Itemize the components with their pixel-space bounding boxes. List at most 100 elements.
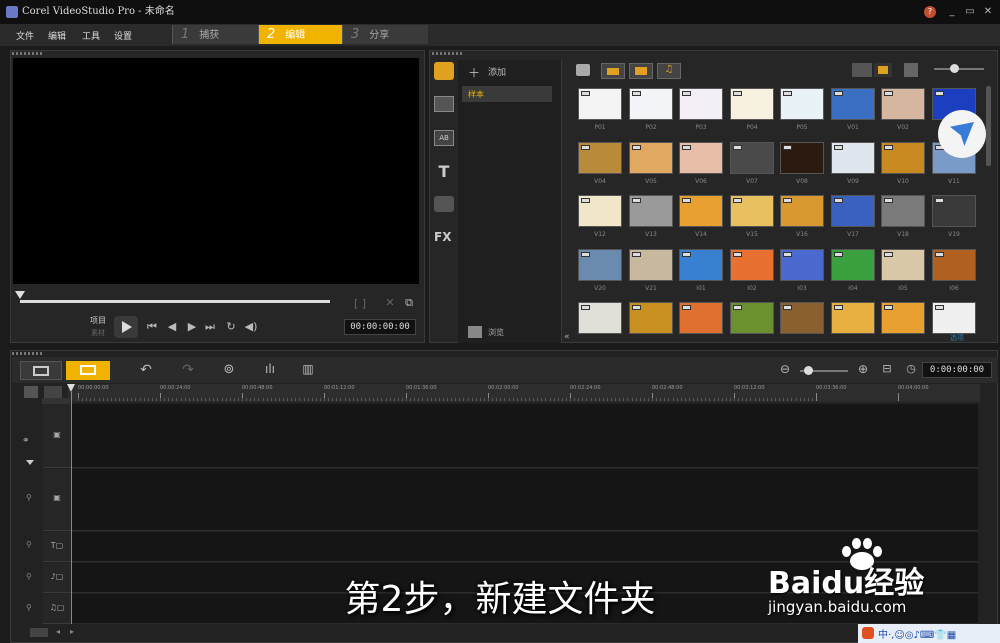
- library-thumbnail[interactable]: [679, 302, 723, 334]
- library-thumbnail[interactable]: [831, 142, 875, 174]
- timeline-view-button[interactable]: [66, 361, 110, 380]
- undo-icon[interactable]: ↶: [138, 362, 154, 378]
- library-thumbnail[interactable]: [730, 195, 774, 227]
- folder-sample[interactable]: 样本: [462, 86, 552, 102]
- menu-edit[interactable]: 编辑: [48, 29, 66, 42]
- library-thumbnail[interactable]: [578, 88, 622, 120]
- library-thumbnail[interactable]: [578, 302, 622, 334]
- library-thumbnail[interactable]: [730, 142, 774, 174]
- library-thumbnail[interactable]: [881, 88, 925, 120]
- zoom-in-icon[interactable]: ⊕: [856, 362, 870, 376]
- library-thumbnail[interactable]: [780, 195, 824, 227]
- scroll-left-icon[interactable]: ◂: [56, 627, 60, 636]
- scrub-bar[interactable]: [20, 300, 330, 303]
- library-thumbnail[interactable]: [881, 302, 925, 334]
- library-thumbnail[interactable]: [629, 249, 673, 281]
- library-thumbnail[interactable]: [831, 302, 875, 334]
- auto-music-icon[interactable]: ▥: [298, 362, 318, 376]
- zoom-out-icon[interactable]: ⊖: [778, 362, 792, 376]
- timeline-scroll-left-button[interactable]: [30, 628, 48, 637]
- chapter-icon[interactable]: [44, 386, 62, 398]
- link-icon[interactable]: ⚲: [26, 572, 32, 581]
- storyboard-view-button[interactable]: [20, 361, 62, 380]
- browse-icon[interactable]: [468, 326, 482, 338]
- trim-markers[interactable]: [ ]: [346, 297, 374, 310]
- library-thumbnail[interactable]: [932, 195, 976, 227]
- timeline-ruler[interactable]: 00:00:00:00 00:00:24:00 00:00:48:00 00:01:1…: [68, 384, 980, 402]
- library-thumbnail[interactable]: [629, 88, 673, 120]
- transition-icon[interactable]: AB: [434, 130, 454, 146]
- library-thumbnail[interactable]: [831, 195, 875, 227]
- library-thumbnail[interactable]: [730, 88, 774, 120]
- graphics-icon[interactable]: [434, 196, 454, 212]
- library-thumbnail[interactable]: [679, 88, 723, 120]
- go-end-icon[interactable]: ⏭: [204, 320, 216, 334]
- help-icon[interactable]: ?: [924, 6, 936, 18]
- play-button[interactable]: [114, 316, 138, 338]
- preview-timecode[interactable]: 00:00:00:00: [344, 319, 416, 335]
- ime-mode[interactable]: 中·,☺◎♪⌨👕▦: [878, 626, 956, 641]
- show-photo-button[interactable]: [629, 63, 653, 79]
- zoom-slider-knob[interactable]: [804, 366, 813, 375]
- restore-button[interactable]: ▭: [964, 6, 976, 18]
- thumbnail-size-slider[interactable]: [934, 64, 984, 73]
- options-button[interactable]: 选项: [950, 333, 964, 343]
- record-capture-icon[interactable]: ⊚: [220, 362, 238, 377]
- library-thumbnail[interactable]: [831, 88, 875, 120]
- library-thumbnail[interactable]: [780, 302, 824, 334]
- panel-gripper[interactable]: [432, 52, 462, 55]
- mode-clip[interactable]: 素材: [86, 328, 110, 338]
- clock-icon[interactable]: ◷: [904, 362, 918, 375]
- timeline-timecode[interactable]: 0:00:00:00: [922, 362, 992, 378]
- video-track-header[interactable]: ▣: [43, 404, 71, 468]
- library-thumbnail[interactable]: [629, 302, 673, 334]
- cut-icon[interactable]: ✕: [384, 296, 396, 309]
- add-icon[interactable]: ＋: [468, 64, 480, 81]
- title-track-header[interactable]: T▢: [43, 532, 71, 562]
- step-capture[interactable]: 1 捕获: [172, 25, 258, 44]
- repeat-icon[interactable]: ↻: [224, 320, 238, 333]
- thumbnail-view-icon[interactable]: [874, 63, 892, 77]
- list-view-icon[interactable]: [852, 63, 872, 77]
- library-thumbnail[interactable]: [578, 195, 622, 227]
- library-thumbnail[interactable]: [780, 249, 824, 281]
- library-thumbnail[interactable]: [831, 249, 875, 281]
- library-scrollbar[interactable]: [986, 86, 991, 166]
- dropdown-arrow-icon[interactable]: [26, 460, 34, 465]
- link-icon[interactable]: ⚲: [26, 493, 32, 502]
- next-frame-icon[interactable]: ▶: [186, 320, 198, 333]
- menu-settings[interactable]: 设置: [114, 29, 132, 42]
- title-icon[interactable]: T: [434, 162, 454, 181]
- library-thumbnail[interactable]: [679, 195, 723, 227]
- go-start-icon[interactable]: ⏮: [146, 320, 158, 334]
- library-thumbnail[interactable]: [932, 249, 976, 281]
- prev-frame-icon[interactable]: ◀: [166, 320, 178, 333]
- library-thumbnail[interactable]: [881, 249, 925, 281]
- library-thumbnail[interactable]: [730, 249, 774, 281]
- voice-track-header[interactable]: ♪▢: [43, 563, 71, 593]
- redo-icon[interactable]: ↷: [180, 362, 196, 378]
- show-audio-button[interactable]: ♫: [657, 63, 681, 79]
- library-thumbnail[interactable]: [881, 195, 925, 227]
- track-manager-icon[interactable]: [24, 386, 38, 398]
- library-thumbnail[interactable]: [679, 142, 723, 174]
- panel-gripper[interactable]: [12, 352, 42, 355]
- link-icon[interactable]: ⚲: [26, 603, 32, 612]
- library-thumbnail[interactable]: [629, 195, 673, 227]
- scrubber-handle[interactable]: [15, 291, 25, 299]
- scroll-right-icon[interactable]: ▸: [70, 627, 74, 636]
- library-thumbnail[interactable]: [629, 142, 673, 174]
- library-thumbnail[interactable]: [578, 142, 622, 174]
- library-thumbnail[interactable]: [780, 142, 824, 174]
- music-track-header[interactable]: ♫▢: [43, 594, 71, 624]
- playhead-marker[interactable]: [67, 384, 75, 392]
- volume-icon[interactable]: ◀): [244, 320, 258, 333]
- close-button[interactable]: ✕: [982, 6, 994, 18]
- overlay-track-header[interactable]: ▣: [43, 469, 71, 531]
- library-thumbnail[interactable]: [679, 249, 723, 281]
- menu-file[interactable]: 文件: [16, 29, 34, 42]
- minimize-button[interactable]: _: [946, 6, 958, 18]
- collapse-arrow-icon[interactable]: «: [564, 332, 570, 342]
- video-track[interactable]: [72, 404, 978, 468]
- step-edit[interactable]: 2 编辑: [258, 25, 342, 44]
